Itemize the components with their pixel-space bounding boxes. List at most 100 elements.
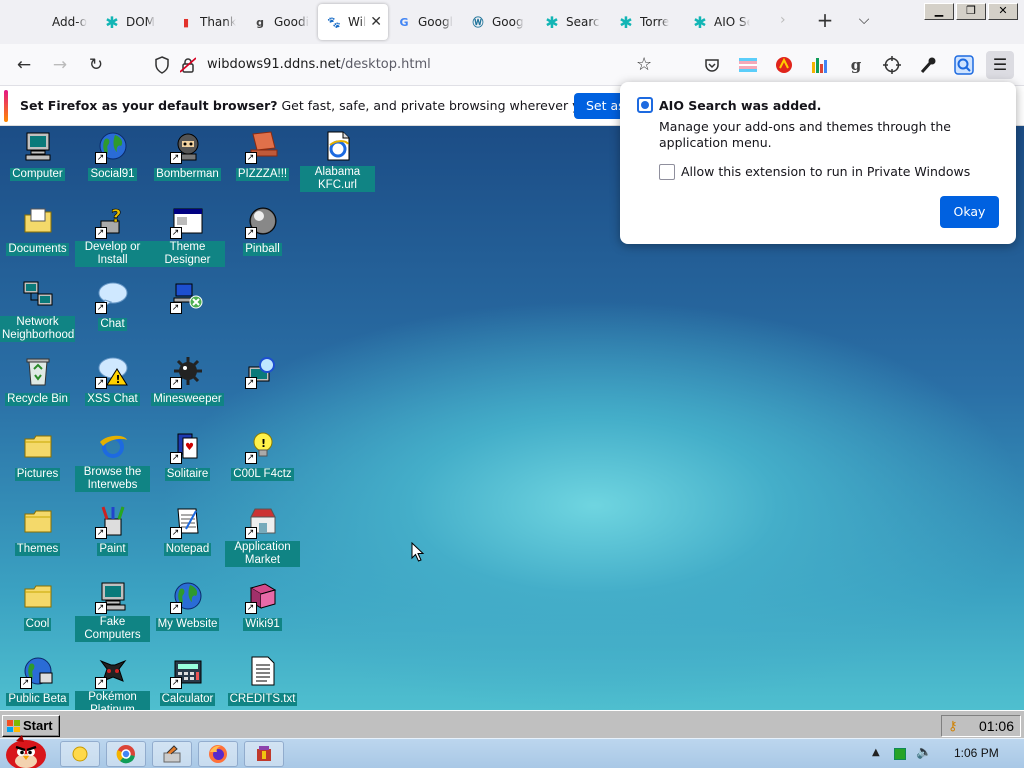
pocket-icon[interactable] xyxy=(700,53,724,77)
desktop-icon[interactable]: ↗ xyxy=(225,353,300,391)
back-chevron-icon xyxy=(30,14,46,30)
restore-button[interactable]: ❐ xyxy=(956,3,986,20)
close-tab-icon[interactable]: ✕ xyxy=(370,14,382,30)
extension-wand-icon[interactable] xyxy=(916,53,940,77)
tab-0[interactable]: Add-o xyxy=(22,4,96,40)
tab-4[interactable]: 🐾 Wil ✕ xyxy=(318,4,388,40)
desktop-icon[interactable]: Pictures xyxy=(0,428,75,481)
desktop-icon[interactable]: Network Neighborhood xyxy=(0,278,75,342)
desktop-icon-label: Minesweeper xyxy=(151,393,224,406)
tab-7[interactable]: ✱ Searc xyxy=(536,4,610,40)
back-button[interactable]: ← xyxy=(13,54,35,76)
desktop-icon[interactable]: ↗ Wiki91 xyxy=(225,578,300,631)
solitaire-icon: ♥ ↗ xyxy=(169,430,204,464)
desktop-icon-label: Chat xyxy=(98,318,127,331)
firefox-icon[interactable] xyxy=(198,741,238,767)
close-window-button[interactable]: ✕ xyxy=(988,3,1018,20)
desktop-icon-label: Themes xyxy=(14,543,61,556)
desktop-icon[interactable]: ↗ Bomberman xyxy=(150,128,225,181)
tab-9[interactable]: ✱ AIO Se xyxy=(684,4,758,40)
desktop-icon[interactable]: ↗ Social91 xyxy=(75,128,150,181)
desktop-icon[interactable]: ↗ Minesweeper xyxy=(150,353,225,406)
desktop-icon[interactable]: Themes xyxy=(0,503,75,556)
tab-1[interactable]: ✱ DOM xyxy=(96,4,170,40)
desktop-icon[interactable]: ↗ Pokémon Platinum xyxy=(75,653,150,710)
tracking-shield-icon[interactable] xyxy=(154,56,170,74)
desktop-icon[interactable]: ↗ Application Market xyxy=(225,503,300,567)
host-system-tray: ▲ 🔈 1:06 PM xyxy=(864,739,1024,768)
network-status-icon[interactable] xyxy=(894,748,906,760)
host-clock[interactable]: 1:06 PM xyxy=(954,746,999,760)
url-bar[interactable]: wibdows91.ddns.net/desktop.html ☆ xyxy=(146,50,664,80)
bookmark-star-icon[interactable]: ☆ xyxy=(636,54,652,75)
desktop-icon[interactable]: ↗ PIZZZA!!! xyxy=(225,128,300,181)
desktop-icon[interactable]: CREDITS.txt xyxy=(225,653,300,706)
explorer-icon[interactable] xyxy=(60,741,100,767)
archive-icon[interactable] xyxy=(244,741,284,767)
desktop-icon[interactable]: ↗ Public Beta xyxy=(0,653,75,706)
tab-5[interactable]: G Googl xyxy=(388,4,462,40)
desktop-icon[interactable]: ? ↗ Develop or Install xyxy=(75,203,150,267)
desktop-icon[interactable]: ↗ Calculator xyxy=(150,653,225,706)
photo-editor-icon[interactable] xyxy=(152,741,192,767)
private-windows-label[interactable]: Allow this extension to run in Private W… xyxy=(681,164,970,179)
tab-3[interactable]: g Goodi xyxy=(244,4,318,40)
desktop-icon[interactable]: ↗ My Website xyxy=(150,578,225,631)
host-taskbar: ▲ 🔈 1:06 PM xyxy=(0,735,1024,768)
extension-added-popup: AIO Search was added. Manage your add-on… xyxy=(620,82,1016,244)
okay-button[interactable]: Okay xyxy=(940,196,999,228)
desktop-icon[interactable]: ↗ xyxy=(150,278,225,316)
extension-crosshair-icon[interactable] xyxy=(880,53,904,77)
new-tab-button[interactable]: + xyxy=(814,10,836,32)
aio-search-icon[interactable] xyxy=(952,53,976,77)
desktop-icon-label: Browse the Interwebs xyxy=(75,466,150,492)
tab-2[interactable]: ▮ Thank xyxy=(170,4,244,40)
desktop-icon[interactable]: Cool xyxy=(0,578,75,631)
tab-6[interactable]: Ⓦ Goog xyxy=(462,4,536,40)
minimize-button[interactable]: ▁ xyxy=(924,3,954,20)
desktop-icon-label: CREDITS.txt xyxy=(227,693,298,706)
chrome-icon[interactable] xyxy=(106,741,146,767)
svg-text:!: ! xyxy=(115,373,120,386)
url-text[interactable]: wibdows91.ddns.net/desktop.html xyxy=(207,57,431,72)
desktop-icon[interactable]: ! ↗ C00L F4ctz xyxy=(225,428,300,481)
private-windows-checkbox[interactable] xyxy=(659,164,675,180)
tab-scroll-right-icon[interactable]: › xyxy=(780,12,786,28)
tab-list: Add-o ✱ DOM ▮ Thank g Goodi 🐾 Wil ✕ G Googl Ⓦ Goog ✱ Se… xyxy=(22,4,758,40)
desktop-icon[interactable]: ! ↗ XSS Chat xyxy=(75,353,150,406)
tab-8[interactable]: ✱ Torre xyxy=(610,4,684,40)
lock-icon[interactable] xyxy=(180,57,196,73)
shortcut-arrow-icon: ↗ xyxy=(169,377,182,389)
mine-icon: ↗ xyxy=(169,355,204,389)
desktop-icon[interactable]: ♥ ↗ Solitaire xyxy=(150,428,225,481)
toolbar-icons: g xyxy=(700,53,976,77)
reload-button[interactable]: ↻ xyxy=(85,54,107,76)
forward-button[interactable]: → xyxy=(49,54,71,76)
desktop-icon[interactable]: ↗ Chat xyxy=(75,278,150,331)
desktop-icon[interactable]: Documents xyxy=(0,203,75,256)
extension-red-icon[interactable] xyxy=(772,53,796,77)
volume-icon[interactable]: 🔈 xyxy=(916,745,932,760)
show-hidden-icons-icon[interactable]: ▲ xyxy=(872,747,880,758)
extension-flag-icon[interactable] xyxy=(736,53,760,77)
desktop-icon[interactable]: Computer xyxy=(0,128,75,181)
desktop-icon[interactable]: Alabama KFC.url xyxy=(300,128,375,192)
app-menu-button[interactable]: ☰ xyxy=(986,51,1014,79)
angry-bird-start-icon[interactable] xyxy=(2,733,50,768)
recycle-bin-icon xyxy=(22,355,54,387)
extension-bars-icon[interactable] xyxy=(808,53,832,77)
desktop-icon[interactable]: ↗ Fake Computers xyxy=(75,578,150,642)
desktop-icon[interactable]: ↗ Paint xyxy=(75,503,150,556)
key-icon[interactable]: ⚷ xyxy=(948,719,958,734)
shortcut-arrow-icon: ↗ xyxy=(244,452,257,464)
desktop-icon[interactable]: ↗ Pinball xyxy=(225,203,300,256)
extension-g-icon[interactable]: g xyxy=(844,53,868,77)
tab-title: Goog xyxy=(492,15,524,29)
desktop-icon[interactable]: ↗ Notepad xyxy=(150,503,225,556)
svg-text:!: ! xyxy=(261,437,266,450)
list-all-tabs-button[interactable]: ⌵ xyxy=(853,12,875,32)
shortcut-arrow-icon: ↗ xyxy=(94,602,107,614)
desktop-icon[interactable]: ↗ Theme Designer xyxy=(150,203,225,267)
desktop-icon[interactable]: Recycle Bin xyxy=(0,353,75,406)
desktop-icon[interactable]: Browse the Interwebs xyxy=(75,428,150,492)
